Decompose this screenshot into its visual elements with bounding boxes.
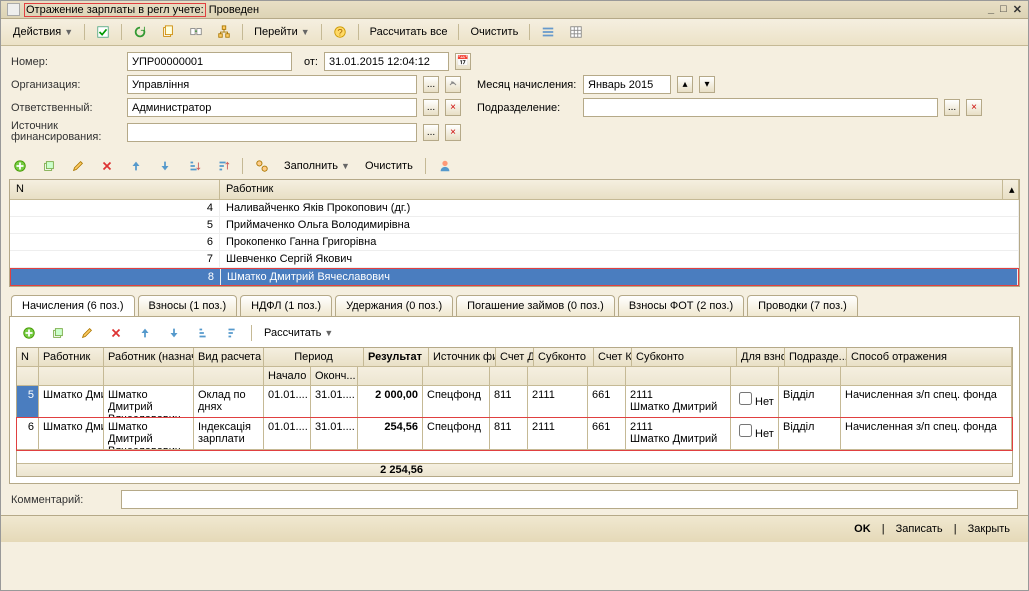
calc-all-button[interactable]: Рассчитать все <box>364 23 454 41</box>
dept-input[interactable] <box>583 98 938 117</box>
comment-label: Комментарий: <box>11 494 121 506</box>
clear-button[interactable]: Очистить <box>464 23 524 41</box>
table-row[interactable]: 4Наливайченко Яків Прокопович (дг.) <box>10 200 1019 217</box>
titlebar: Отражение зарплаты в регл учете: Проведе… <box>1 1 1028 19</box>
move-up-icon[interactable] <box>123 156 149 176</box>
dept-clear-button[interactable]: × <box>966 99 982 116</box>
delete-row2-icon[interactable] <box>103 323 129 343</box>
number-label: Номер: <box>11 56 121 68</box>
tabs: Начисления (6 поз.) Взносы (1 поз.) НДФЛ… <box>1 287 1028 316</box>
table-row[interactable]: 5 Шматко Дмитр... Шматко Дмитрий Вячесла… <box>17 386 1012 418</box>
sort-desc-icon[interactable] <box>210 156 236 176</box>
move-up2-icon[interactable] <box>132 323 158 343</box>
add-row-icon[interactable] <box>7 156 33 176</box>
main-toolbar: Действия ▼ Перейти ▼ ? Рассчитать все Оч… <box>1 19 1028 46</box>
dept-label: Подразделение: <box>467 102 577 114</box>
col-n[interactable]: N <box>10 180 220 199</box>
resp-label: Ответственный: <box>11 102 121 114</box>
table-icon[interactable] <box>563 22 589 42</box>
date-label: от: <box>298 56 318 68</box>
sort-asc2-icon[interactable] <box>190 323 216 343</box>
edit-row-icon[interactable] <box>65 156 91 176</box>
save-button[interactable]: Записать <box>888 521 951 537</box>
fund-select-button[interactable]: ... <box>423 124 439 141</box>
clear-grid-button[interactable]: Очистить <box>359 157 419 175</box>
month-input[interactable]: Январь 2015 <box>583 75 671 94</box>
org-open-button[interactable] <box>445 76 461 93</box>
total-row: 2 254,56 <box>17 464 1012 476</box>
structure-icon[interactable] <box>211 22 237 42</box>
svg-text:?: ? <box>337 28 342 39</box>
delete-row-icon[interactable] <box>94 156 120 176</box>
calendar-icon[interactable]: 📅 <box>455 53 471 70</box>
maximize-button[interactable]: □ <box>1000 3 1007 16</box>
number-input[interactable]: УПР00000001 <box>127 52 292 71</box>
col-worker[interactable]: Работник <box>220 180 1003 199</box>
approve-icon[interactable] <box>90 22 116 42</box>
move-down2-icon[interactable] <box>161 323 187 343</box>
resp-select-button[interactable]: ... <box>423 99 439 116</box>
comment-input[interactable] <box>121 490 1018 509</box>
window-title: Отражение зарплаты в регл учете: Проведе… <box>24 4 988 16</box>
date-input[interactable]: 31.01.2015 12:04:12 <box>324 52 449 71</box>
doc-flow-icon[interactable] <box>183 22 209 42</box>
grid1-toolbar: Заполнить ▼ Очистить <box>1 153 1028 179</box>
org-label: Организация: <box>11 79 121 91</box>
fund-clear-button[interactable]: × <box>445 124 461 141</box>
edit-row2-icon[interactable] <box>74 323 100 343</box>
fund-input[interactable] <box>127 123 417 142</box>
refresh-icon[interactable] <box>127 22 153 42</box>
workers-grid[interactable]: N Работник ▴ 4Наливайченко Яків Прокопов… <box>9 179 1020 287</box>
list-icon[interactable] <box>535 22 561 42</box>
tab-ndfl[interactable]: НДФЛ (1 поз.) <box>240 295 332 316</box>
help-icon[interactable]: ? <box>327 22 353 42</box>
sort-asc-icon[interactable] <box>181 156 207 176</box>
org-input[interactable]: Управління <box>127 75 417 94</box>
month-up-button[interactable]: ▴ <box>677 76 693 93</box>
tab-deductions[interactable]: Удержания (0 поз.) <box>335 295 453 316</box>
grid2-toolbar: Рассчитать ▼ <box>10 321 1019 345</box>
tab-accruals[interactable]: Начисления (6 поз.) <box>11 295 135 316</box>
actions-menu[interactable]: Действия ▼ <box>7 23 79 41</box>
fund-label: Источник финансирования: <box>11 121 121 143</box>
table-row[interactable]: 6Прокопенко Ганна Григорівна <box>10 234 1019 251</box>
person-icon[interactable] <box>432 156 458 176</box>
dept-select-button[interactable]: ... <box>944 99 960 116</box>
footer: OK | Записать | Закрыть <box>1 515 1028 542</box>
tab-fot[interactable]: Взносы ФОТ (2 поз.) <box>618 295 744 316</box>
accruals-grid[interactable]: N Работник Работник (назначение) Вид рас… <box>16 347 1013 477</box>
contr-checkbox[interactable] <box>739 392 752 405</box>
copy-row2-icon[interactable] <box>45 323 71 343</box>
move-down-icon[interactable] <box>152 156 178 176</box>
tab-loans[interactable]: Погашение займов (0 поз.) <box>456 295 615 316</box>
copy-icon[interactable] <box>155 22 181 42</box>
table-row[interactable]: 7Шевченко Сергій Якович <box>10 251 1019 268</box>
sort-desc2-icon[interactable] <box>219 323 245 343</box>
goto-menu[interactable]: Перейти ▼ <box>248 23 316 41</box>
tab-contributions[interactable]: Взносы (1 поз.) <box>138 295 238 316</box>
doc-icon <box>7 3 20 16</box>
add-row2-icon[interactable] <box>16 323 42 343</box>
close-button[interactable]: Закрыть <box>960 521 1018 537</box>
ok-button[interactable]: OK <box>846 521 879 537</box>
resp-input[interactable]: Администратор <box>127 98 417 117</box>
table-row-selected[interactable]: 8Шматко Дмитрий Вячеславович <box>10 268 1019 286</box>
pick-icon[interactable] <box>249 156 275 176</box>
copy-row-icon[interactable] <box>36 156 62 176</box>
resp-clear-button[interactable]: × <box>445 99 461 116</box>
minimize-button[interactable]: _ <box>988 3 994 16</box>
month-down-button[interactable]: ▾ <box>699 76 715 93</box>
month-label: Месяц начисления: <box>467 79 577 91</box>
scroll-up-icon[interactable]: ▴ <box>1003 180 1019 199</box>
org-select-button[interactable]: ... <box>423 76 439 93</box>
table-row[interactable]: 5Приймаченко Ольга Володимирівна <box>10 217 1019 234</box>
contr-checkbox[interactable] <box>739 424 752 437</box>
close-button[interactable]: ✕ <box>1013 3 1022 16</box>
tab-postings[interactable]: Проводки (7 поз.) <box>747 295 858 316</box>
table-row[interactable]: 6 Шматко Дмитр... Шматко Дмитрий Вячесла… <box>17 418 1012 450</box>
calc-menu[interactable]: Рассчитать ▼ <box>258 324 339 342</box>
fill-menu[interactable]: Заполнить ▼ <box>278 157 356 175</box>
